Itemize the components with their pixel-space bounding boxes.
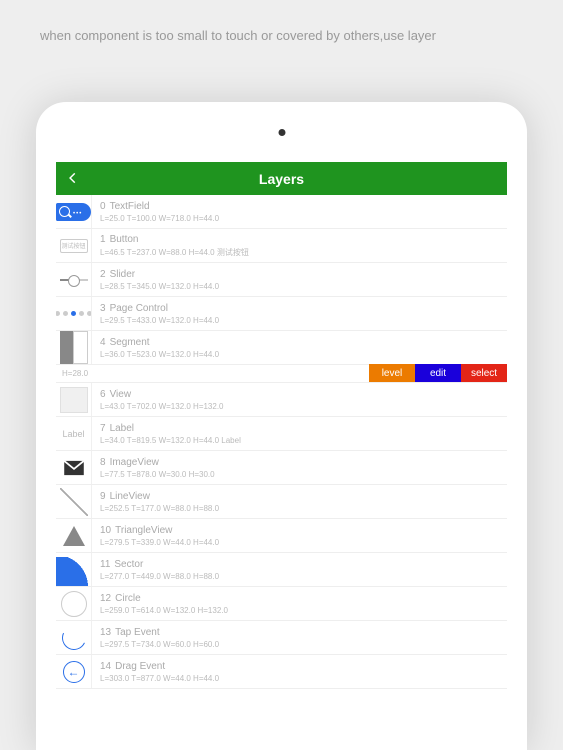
table-row[interactable]: 测试按钮 1Button L=46.5 T=237.0 W=88.0 H=44.…	[56, 229, 507, 263]
arrow-left-icon: ←	[63, 661, 85, 683]
back-button[interactable]	[62, 167, 84, 189]
device-camera	[278, 129, 285, 136]
table-row[interactable]: 12Circle L=259.0 T=614.0 W=132.0 H=132.0	[56, 587, 507, 621]
thumb-view	[56, 383, 92, 416]
table-row[interactable]: 9LineView L=252.5 T=177.0 W=88.0 H=88.0	[56, 485, 507, 519]
table-row[interactable]: 11Sector L=277.0 T=449.0 W=88.0 H=88.0	[56, 553, 507, 587]
thumb-circle	[56, 587, 92, 620]
table-row[interactable]: Label 7Label L=34.0 T=819.5 W=132.0 H=44…	[56, 417, 507, 451]
table-row[interactable]: 13Tap Event L=297.5 T=734.0 W=60.0 H=60.…	[56, 621, 507, 655]
chevron-left-icon	[66, 171, 80, 185]
envelope-icon	[63, 460, 85, 476]
screen: Layers ••• 0TextField L=25.0 T=100.0 W=7…	[56, 162, 507, 750]
edit-button[interactable]: edit	[415, 364, 461, 382]
page-caption: when component is too small to touch or …	[40, 28, 436, 43]
thumb-segment	[56, 331, 92, 364]
level-button[interactable]: level	[369, 364, 415, 382]
navbar: Layers	[56, 162, 507, 195]
table-row[interactable]: ••• 0TextField L=25.0 T=100.0 W=718.0 H=…	[56, 195, 507, 229]
thumb-textfield: •••	[56, 195, 92, 228]
table-row[interactable]: 4Segment L=36.0 T=523.0 W=132.0 H=44.0	[56, 331, 507, 365]
thumb-slider	[56, 263, 92, 296]
row-actions: level edit select	[369, 364, 507, 382]
thumb-sector	[56, 553, 92, 586]
layer-list: ••• 0TextField L=25.0 T=100.0 W=718.0 H=…	[56, 195, 507, 689]
thumb-drag: ←	[56, 655, 92, 688]
table-row[interactable]: 3Page Control L=29.5 T=433.0 W=132.0 H=4…	[56, 297, 507, 331]
thumb-button: 测试按钮	[56, 229, 92, 262]
table-row[interactable]: 2Slider L=28.5 T=345.0 W=132.0 H=44.0	[56, 263, 507, 297]
thumb-triangleview	[56, 519, 92, 552]
thumb-tap	[56, 621, 92, 654]
thumb-label: Label	[56, 417, 92, 450]
thumb-pagecontrol	[56, 297, 92, 330]
table-row[interactable]: ← 14Drag Event L=303.0 T=877.0 W=44.0 H=…	[56, 655, 507, 689]
section-header: H=28.0 level edit select	[56, 365, 507, 383]
select-button[interactable]: select	[461, 364, 507, 382]
page-title: Layers	[259, 171, 304, 187]
table-row[interactable]: 8ImageView L=77.5 T=878.0 W=30.0 H=30.0	[56, 451, 507, 485]
ipad-frame: Layers ••• 0TextField L=25.0 T=100.0 W=7…	[36, 102, 527, 750]
table-row[interactable]: 10TriangleView L=279.5 T=339.0 W=44.0 H=…	[56, 519, 507, 553]
thumb-imageview	[56, 451, 92, 484]
thumb-lineview	[56, 485, 92, 518]
table-row[interactable]: 6View L=43.0 T=702.0 W=132.0 H=132.0	[56, 383, 507, 417]
